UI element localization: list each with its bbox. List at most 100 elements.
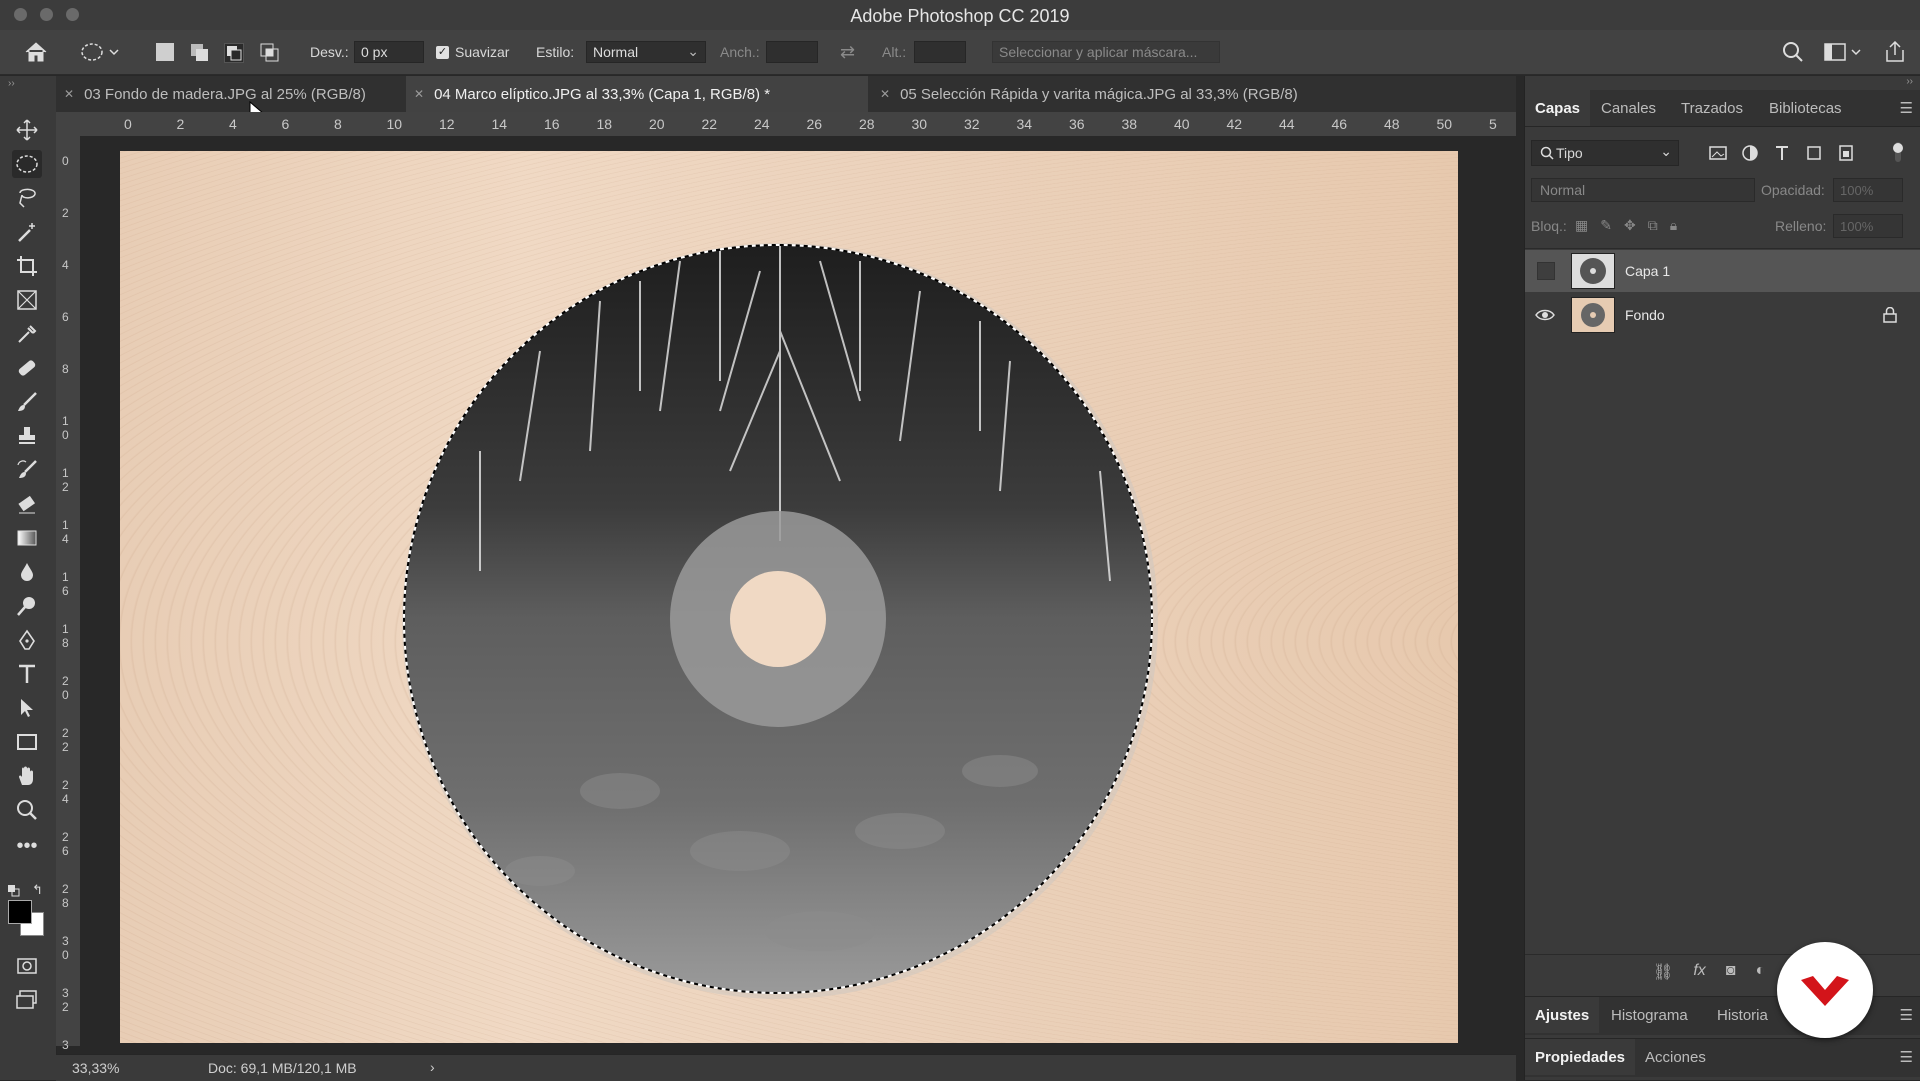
- height-input[interactable]: [914, 41, 966, 63]
- collapse-panel-icon[interactable]: ››: [1906, 76, 1913, 87]
- fill-input[interactable]: 100%: [1833, 214, 1903, 238]
- antialias-checkbox[interactable]: ✓ Suavizar: [436, 30, 509, 74]
- layer-name[interactable]: Capa 1: [1625, 263, 1670, 279]
- image-canvas[interactable]: [120, 151, 1458, 1043]
- select-and-mask-button[interactable]: Seleccionar y aplicar máscara...: [992, 41, 1220, 63]
- app-title: Adobe Photoshop CC 2019: [850, 6, 1070, 26]
- close-icon[interactable]: ✕: [414, 87, 424, 101]
- tab-bibliotecas[interactable]: Bibliotecas: [1769, 90, 1842, 126]
- search-button[interactable]: [1782, 30, 1804, 74]
- tab-historia[interactable]: Historia: [1717, 997, 1768, 1033]
- ruler-tick-label: 8: [62, 362, 69, 376]
- intersect-selection-button[interactable]: [260, 43, 279, 62]
- filter-toggle[interactable]: [1891, 142, 1905, 162]
- magic-wand-tool[interactable]: [12, 218, 42, 246]
- elliptical-marquee-tool[interactable]: [12, 150, 42, 178]
- tab-document-1[interactable]: ✕ 03 Fondo de madera.JPG al 25% (RGB/8): [56, 76, 396, 112]
- smart-object-filter-icon[interactable]: [1837, 144, 1855, 162]
- fx-icon[interactable]: fx: [1693, 962, 1705, 982]
- rectangle-tool[interactable]: [12, 728, 42, 756]
- quick-mask-button[interactable]: [12, 952, 42, 980]
- subtract-selection-button[interactable]: [224, 43, 244, 63]
- panel-menu-icon[interactable]: ☰: [1900, 90, 1913, 126]
- frame-tool[interactable]: [12, 286, 42, 314]
- lock-paint-icon[interactable]: ✎: [1600, 217, 1612, 234]
- screen-mode-button[interactable]: [12, 986, 42, 1014]
- shape-filter-icon[interactable]: [1805, 144, 1823, 162]
- tab-canales[interactable]: Canales: [1601, 90, 1656, 126]
- adjustment-filter-icon[interactable]: [1741, 144, 1759, 162]
- workspace-switcher[interactable]: [1824, 30, 1864, 74]
- filter-value: Tipo: [1556, 145, 1583, 161]
- swap-dimensions-icon[interactable]: ⇄: [840, 30, 855, 74]
- layer-name[interactable]: Fondo: [1625, 307, 1665, 323]
- move-tool[interactable]: [12, 116, 42, 144]
- share-button[interactable]: [1884, 30, 1906, 74]
- lock-position-icon[interactable]: ✥: [1624, 217, 1636, 234]
- adjustment-layer-icon[interactable]: ◐: [1755, 962, 1765, 982]
- swap-colors-icon[interactable]: ↰: [32, 882, 43, 898]
- opacity-input[interactable]: 100%: [1833, 178, 1903, 202]
- eyedropper-tool[interactable]: [12, 320, 42, 348]
- tab-document-2[interactable]: ✕ 04 Marco elíptico.JPG al 33,3% (Capa 1…: [406, 76, 868, 112]
- feather-input[interactable]: 0 px: [354, 41, 424, 63]
- width-input[interactable]: [766, 41, 818, 63]
- eye-icon[interactable]: [1535, 308, 1555, 322]
- layer-row-capa-1[interactable]: Capa 1: [1525, 250, 1920, 292]
- layer-visibility-toggle[interactable]: [1537, 262, 1555, 280]
- path-selection-tool[interactable]: [12, 694, 42, 722]
- lock-artboard-icon[interactable]: ⧉: [1648, 217, 1658, 234]
- layer-row-fondo[interactable]: Fondo: [1525, 294, 1920, 336]
- brush-tool[interactable]: [12, 388, 42, 416]
- close-icon[interactable]: ✕: [880, 87, 890, 101]
- crop-tool[interactable]: [12, 252, 42, 280]
- tab-ajustes[interactable]: Ajustes: [1525, 997, 1600, 1033]
- chevron-right-icon[interactable]: ›: [430, 1059, 435, 1075]
- blur-tool[interactable]: [12, 558, 42, 586]
- type-filter-icon[interactable]: [1773, 144, 1791, 162]
- tool-preset-picker[interactable]: [80, 30, 120, 74]
- blend-mode-select[interactable]: Normal: [1531, 178, 1755, 202]
- tab-capas[interactable]: Capas: [1525, 90, 1591, 126]
- tab-propiedades[interactable]: Propiedades: [1525, 1039, 1636, 1075]
- clone-stamp-tool[interactable]: [12, 422, 42, 450]
- style-select[interactable]: Normal ⌄: [586, 41, 706, 63]
- layer-filter-select[interactable]: Tipo ⌄: [1531, 140, 1679, 166]
- home-button[interactable]: [24, 30, 48, 74]
- dodge-tool[interactable]: [12, 592, 42, 620]
- tab-histograma[interactable]: Histograma: [1611, 997, 1688, 1033]
- collapse-icon[interactable]: ››: [8, 78, 15, 89]
- history-brush-tool[interactable]: [12, 456, 42, 484]
- ruler-tick-label: 1 0: [62, 414, 69, 442]
- foreground-color-swatch[interactable]: [8, 900, 32, 924]
- add-selection-button[interactable]: [190, 43, 208, 61]
- link-layers-icon[interactable]: ⛓: [1653, 962, 1673, 982]
- zoom-level[interactable]: 33,33%: [72, 1060, 119, 1076]
- document-workspace[interactable]: [80, 136, 1516, 1046]
- intersect-selection-icon: [260, 43, 279, 62]
- lasso-tool[interactable]: [12, 184, 42, 212]
- search-icon: [1540, 146, 1554, 160]
- hand-tool[interactable]: [12, 762, 42, 790]
- image-filter-icon[interactable]: [1709, 144, 1727, 162]
- ruler-tick-label: 22: [701, 116, 718, 132]
- tab-document-3[interactable]: ✕ 05 Selección Rápida y varita mágica.JP…: [872, 76, 1352, 112]
- eraser-tool[interactable]: [12, 490, 42, 518]
- healing-brush-tool[interactable]: [12, 354, 42, 382]
- add-mask-icon[interactable]: ◙: [1726, 962, 1736, 982]
- pen-tool[interactable]: [12, 626, 42, 654]
- lock-all-icon[interactable]: 🔒︎: [1670, 217, 1677, 234]
- tools-panel: ›› ••• ↰: [0, 76, 57, 1080]
- tab-trazados[interactable]: Trazados: [1681, 90, 1743, 126]
- lock-transparency-icon[interactable]: ▦: [1575, 217, 1588, 234]
- default-colors-icon[interactable]: [8, 884, 20, 897]
- gradient-tool[interactable]: [12, 524, 42, 552]
- type-tool[interactable]: [12, 660, 42, 688]
- tab-acciones[interactable]: Acciones: [1645, 1039, 1706, 1075]
- panel-menu-icon[interactable]: ☰: [1900, 1039, 1913, 1075]
- new-selection-button[interactable]: [156, 43, 174, 61]
- panel-menu-icon[interactable]: ☰: [1900, 997, 1913, 1033]
- close-icon[interactable]: ✕: [64, 87, 74, 101]
- zoom-tool[interactable]: [12, 796, 42, 824]
- more-tools-icon[interactable]: •••: [12, 832, 42, 860]
